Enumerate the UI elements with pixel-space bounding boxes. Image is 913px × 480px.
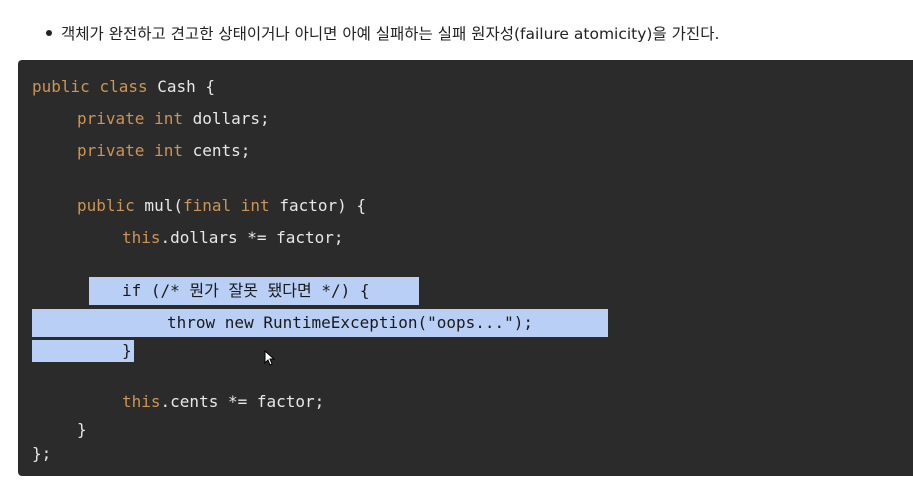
code-block[interactable]: public class Cash { private int dollars;… (18, 60, 913, 476)
bullet-dot (46, 30, 52, 36)
code-line-cents: private int cents; (77, 141, 251, 160)
code-line-mul-decl: public mul(final int factor) { (77, 196, 367, 215)
code-line-if-close: } (122, 341, 132, 360)
selection-highlight-brace (32, 340, 134, 362)
bullet-text: 객체가 완전하고 견고한 상태이거나 아니면 아예 실패하는 실패 원자성(fa… (61, 25, 720, 43)
code-line-if: if (/* 뭔가 잘못 됐다면 */) { (122, 281, 370, 300)
code-line-method-close: } (77, 420, 87, 439)
bullet-item: 객체가 완전하고 견고한 상태이거나 아니면 아예 실패하는 실패 원자성(fa… (46, 22, 719, 44)
code-line-dollars-mul: this.dollars *= factor; (122, 228, 344, 247)
code-line-cents-mul: this.cents *= factor; (122, 392, 325, 411)
code-line-class-close: }; (32, 444, 52, 463)
mouse-pointer-icon (264, 350, 276, 366)
code-line-throw: throw new RuntimeException("oops..."); (167, 313, 534, 332)
code-line-dollars: private int dollars; (77, 109, 270, 128)
code-line-class-decl: public class Cash { (32, 77, 216, 96)
